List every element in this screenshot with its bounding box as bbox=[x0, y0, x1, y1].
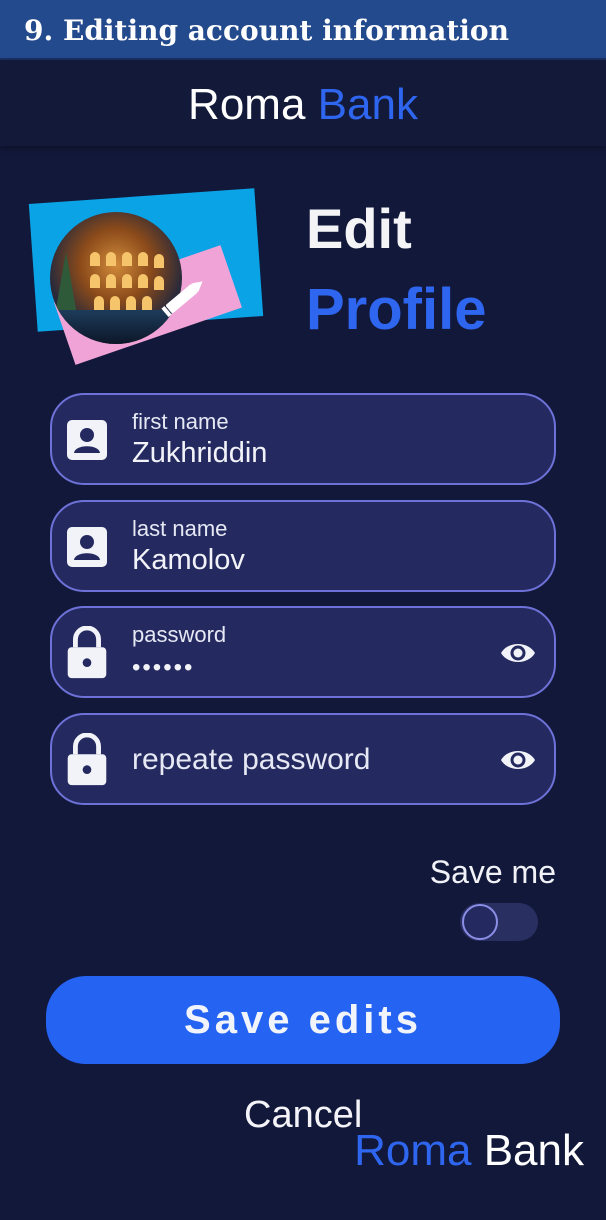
contact-icon bbox=[67, 420, 107, 460]
last-name-label: last name bbox=[132, 516, 228, 541]
eye-icon[interactable] bbox=[500, 746, 536, 774]
last-name-field[interactable]: last name Kamolov bbox=[50, 500, 556, 592]
last-name-input[interactable]: Kamolov bbox=[132, 544, 245, 577]
repeat-password-field[interactable]: repeate password bbox=[50, 713, 556, 805]
first-name-label: first name bbox=[132, 409, 229, 434]
title-edit: Edit bbox=[306, 197, 412, 260]
lock-icon bbox=[67, 733, 107, 786]
footer-brand: Roma Bank bbox=[354, 1126, 584, 1176]
save-me-toggle[interactable] bbox=[460, 903, 538, 941]
cancel-button[interactable]: Cancel bbox=[244, 1094, 362, 1137]
password-field[interactable]: password •••••• bbox=[50, 606, 556, 698]
brand-part-roma: Roma bbox=[188, 80, 306, 129]
repeat-password-input[interactable]: repeate password bbox=[132, 743, 370, 777]
first-name-field[interactable]: first name Zukhriddin bbox=[50, 393, 556, 485]
first-name-input[interactable]: Zukhriddin bbox=[132, 437, 267, 470]
footer-brand-roma: Roma bbox=[354, 1126, 472, 1175]
footer-brand-bank: Bank bbox=[483, 1126, 584, 1175]
title-profile: Profile bbox=[306, 277, 487, 342]
password-label: password bbox=[132, 622, 227, 647]
contact-icon bbox=[67, 527, 107, 567]
brand-title: Roma Bank bbox=[0, 80, 606, 130]
caption-text: 9. Editing account information bbox=[24, 14, 509, 47]
app-header: Roma Bank bbox=[0, 60, 606, 146]
password-input[interactable]: •••••• bbox=[132, 654, 194, 682]
eye-icon[interactable] bbox=[500, 639, 536, 667]
lock-icon bbox=[67, 626, 107, 679]
save-me-label: Save me bbox=[429, 854, 556, 890]
pencil-icon[interactable] bbox=[156, 272, 210, 322]
save-edits-button[interactable]: Save edits bbox=[46, 976, 560, 1064]
avatar-section[interactable] bbox=[28, 184, 270, 365]
toggle-knob[interactable] bbox=[462, 904, 498, 940]
brand-part-bank: Bank bbox=[317, 80, 418, 129]
caption-bar: 9. Editing account information bbox=[0, 0, 606, 60]
